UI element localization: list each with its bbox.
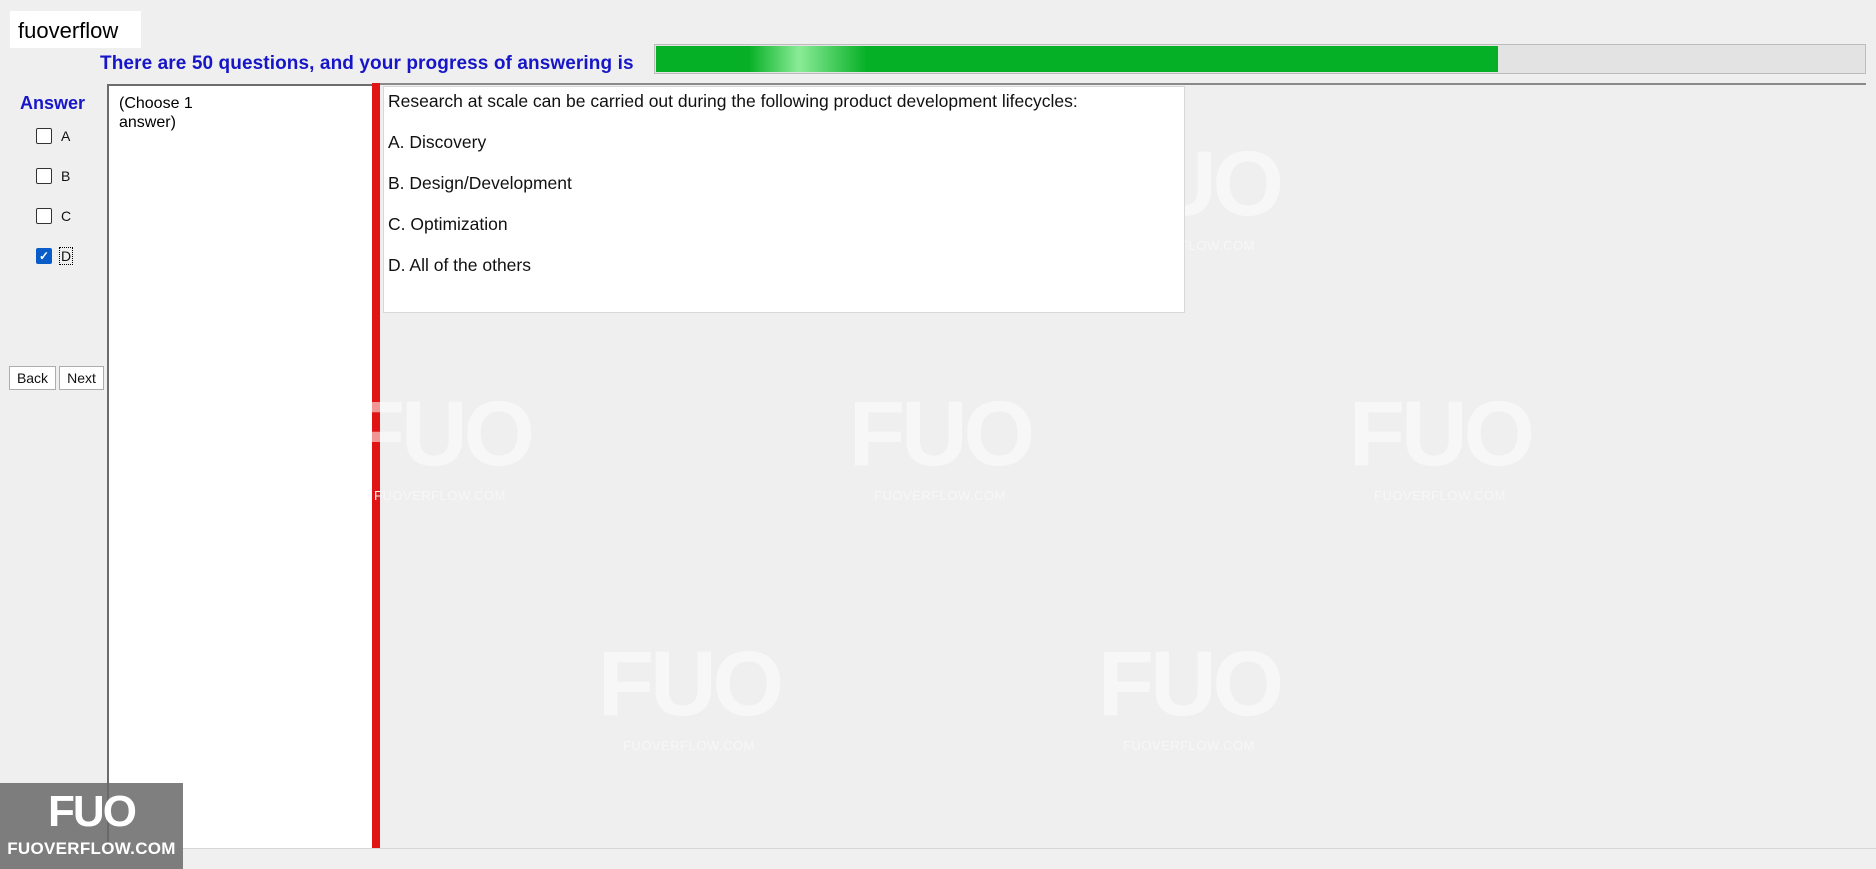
answer-option-label: C xyxy=(61,208,72,224)
answer-option-label: B xyxy=(61,168,71,184)
fuo-corner-logo: FUO FUOVERFLOW.COM xyxy=(0,783,183,869)
question-option-a: A. Discovery xyxy=(388,132,487,152)
watermark: FUO FUOVERFLOW.COM xyxy=(587,634,791,764)
question-option-b: B. Design/Development xyxy=(388,173,572,193)
watermark-site: FUOVERFLOW.COM xyxy=(623,738,755,753)
corner-logo-mark: FUO xyxy=(48,787,137,836)
status-strip xyxy=(183,848,1876,869)
corner-logo-site: FUOVERFLOW.COM xyxy=(7,839,176,858)
watermark: FUO FUOVERFLOW.COM xyxy=(1087,634,1291,764)
red-divider xyxy=(372,83,380,848)
app-title: fuoverflow xyxy=(10,11,141,48)
question-option-c: C. Optimization xyxy=(388,214,508,234)
answer-checkbox-a[interactable] xyxy=(36,128,52,144)
answer-option-a[interactable]: A xyxy=(36,128,71,144)
watermark-site: FUOVERFLOW.COM xyxy=(1374,488,1506,503)
instruction-panel: (Choose 1 answer) xyxy=(107,84,375,848)
answer-checkbox-c[interactable] xyxy=(36,208,52,224)
answer-title: Answer xyxy=(20,93,86,113)
answer-checkbox-b[interactable] xyxy=(36,168,52,184)
answer-checkbox-d[interactable]: ✓ xyxy=(36,248,52,264)
check-icon: ✓ xyxy=(38,249,50,263)
instruction-text: (Choose 1 answer) xyxy=(119,95,193,131)
question-box: Research at scale can be carried out dur… xyxy=(383,86,1185,313)
watermark: FUO FUOVERFLOW.COM xyxy=(1338,384,1542,514)
progress-bar-fill xyxy=(656,46,1499,72)
answer-option-b[interactable]: B xyxy=(36,168,71,184)
answer-option-label: D xyxy=(58,247,74,265)
watermark: FUO FUOVERFLOW.COM xyxy=(838,384,1042,514)
question-option-d: D. All of the others xyxy=(388,255,531,275)
watermark-site: FUOVERFLOW.COM xyxy=(1123,738,1255,753)
progress-label: There are 50 questions, and your progres… xyxy=(100,53,634,74)
answer-option-d[interactable]: ✓ D xyxy=(36,247,74,265)
watermark-logo: FUO xyxy=(597,633,784,735)
answer-option-label: A xyxy=(61,128,71,144)
watermark-logo: FUO xyxy=(1097,633,1284,735)
next-button[interactable]: Next xyxy=(59,366,104,390)
watermark-logo: FUO xyxy=(848,383,1035,485)
content-top-border xyxy=(380,83,1866,85)
question-text: Research at scale can be carried out dur… xyxy=(388,91,1078,111)
watermark-site: FUOVERFLOW.COM xyxy=(874,488,1006,503)
answer-option-c[interactable]: C xyxy=(36,208,72,224)
watermark-logo: FUO xyxy=(1348,383,1535,485)
progress-bar xyxy=(654,44,1866,74)
back-button[interactable]: Back xyxy=(9,366,56,390)
